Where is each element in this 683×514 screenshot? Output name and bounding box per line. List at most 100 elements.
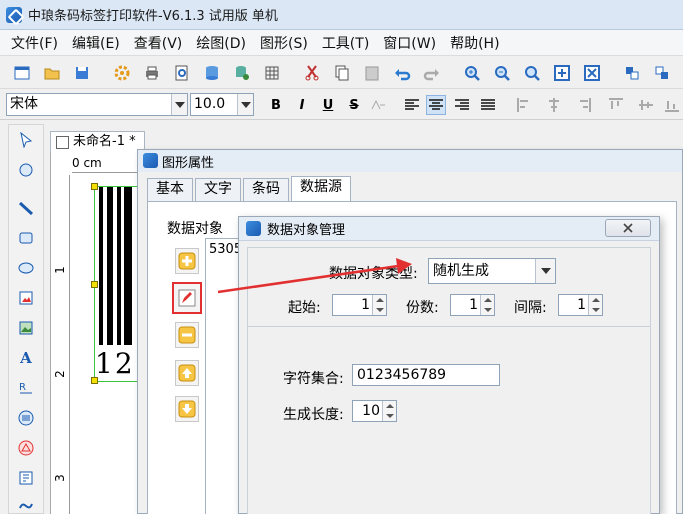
resize-handle[interactable] — [91, 183, 98, 190]
spin-up-icon[interactable] — [376, 298, 384, 302]
add-data-button[interactable] — [175, 248, 199, 274]
barcode-tool-icon[interactable] — [15, 407, 37, 429]
data-dialog-titlebar[interactable]: 数据对象管理 — [239, 217, 659, 241]
barcode-object[interactable]: 12 — [91, 183, 138, 384]
spin-up-icon[interactable] — [484, 298, 492, 302]
tab-text[interactable]: 文字 — [195, 178, 241, 201]
strikethrough-button[interactable]: S — [344, 95, 364, 115]
spin-buttons[interactable] — [480, 295, 494, 315]
rich-text-tool-icon[interactable]: R — [15, 377, 37, 399]
chevron-down-icon[interactable] — [535, 259, 555, 283]
spin-buttons[interactable] — [372, 295, 386, 315]
menu-shape[interactable]: 图形(S) — [255, 33, 313, 53]
document-icon — [56, 136, 69, 149]
close-button[interactable] — [605, 219, 651, 237]
object-align-bottom-icon[interactable] — [662, 95, 682, 115]
paste-icon[interactable] — [362, 63, 382, 83]
zoom-out-icon[interactable] — [492, 63, 512, 83]
data-type-select[interactable]: 随机生成 — [428, 258, 556, 284]
ellipse-tool-icon[interactable] — [15, 257, 37, 279]
charset-input[interactable]: 0123456789 — [352, 364, 500, 386]
settings-gear-icon[interactable] — [112, 63, 132, 83]
format-toolbar: 宋体 10.0 B I U S — [0, 90, 683, 120]
pan-icon[interactable] — [15, 159, 37, 181]
align-center-icon[interactable] — [426, 95, 446, 115]
chevron-down-icon[interactable] — [237, 94, 253, 115]
spin-down-icon[interactable] — [484, 308, 492, 312]
bold-button[interactable]: B — [266, 95, 286, 115]
text-tool-icon[interactable]: A — [15, 347, 37, 369]
spin-down-icon[interactable] — [592, 308, 600, 312]
align-right-icon[interactable] — [452, 95, 472, 115]
cut-icon[interactable] — [302, 63, 322, 83]
fit-page-icon[interactable] — [552, 63, 572, 83]
print-icon[interactable] — [142, 63, 162, 83]
count-stepper[interactable]: 1 — [450, 294, 495, 316]
select-pointer-icon[interactable] — [15, 129, 37, 151]
edit-data-button[interactable] — [172, 282, 202, 314]
object-align-left-icon[interactable] — [514, 95, 534, 115]
picture-tool-icon[interactable] — [15, 317, 37, 339]
menu-help[interactable]: 帮助(H) — [445, 33, 504, 53]
zoom-icon[interactable] — [522, 63, 542, 83]
qrcode-tool-icon[interactable] — [15, 437, 37, 459]
font-family-select[interactable]: 宋体 — [6, 93, 188, 116]
resize-handle[interactable] — [91, 281, 98, 288]
tab-datasource[interactable]: 数据源 — [291, 176, 351, 201]
undo-icon[interactable] — [392, 63, 412, 83]
text-direction-icon[interactable] — [368, 95, 388, 115]
italic-button[interactable]: I — [292, 95, 312, 115]
tab-barcode[interactable]: 条码 — [243, 178, 289, 201]
move-up-button[interactable] — [175, 360, 199, 386]
rectangle-tool-icon[interactable] — [15, 227, 37, 249]
save-icon[interactable] — [72, 63, 92, 83]
menu-view[interactable]: 查看(V) — [129, 33, 188, 53]
print-preview-icon[interactable] — [172, 63, 192, 83]
grid-icon[interactable] — [262, 63, 282, 83]
align-left-icon[interactable] — [402, 95, 422, 115]
menu-window[interactable]: 窗口(W) — [378, 33, 441, 53]
spin-down-icon[interactable] — [386, 414, 394, 418]
resize-handle[interactable] — [91, 377, 98, 384]
spin-down-icon[interactable] — [376, 308, 384, 312]
object-align-middle-icon[interactable] — [636, 95, 656, 115]
redo-icon[interactable] — [422, 63, 442, 83]
menu-edit[interactable]: 编辑(E) — [67, 33, 125, 53]
move-down-button[interactable] — [175, 396, 199, 422]
spin-buttons[interactable] — [382, 401, 396, 421]
send-back-icon[interactable] — [652, 63, 672, 83]
open-folder-icon[interactable] — [42, 63, 62, 83]
object-align-top-icon[interactable] — [606, 95, 626, 115]
spin-up-icon[interactable] — [386, 404, 394, 408]
spin-buttons[interactable] — [588, 295, 602, 315]
bring-front-icon[interactable] — [622, 63, 642, 83]
object-align-center-icon[interactable] — [544, 95, 564, 115]
table-tool-icon[interactable] — [15, 467, 37, 489]
image-tool-icon[interactable] — [15, 287, 37, 309]
font-size-select[interactable]: 10.0 — [190, 93, 254, 116]
actual-size-icon[interactable] — [582, 63, 602, 83]
interval-stepper[interactable]: 1 — [558, 294, 603, 316]
database-settings-icon[interactable] — [232, 63, 252, 83]
start-stepper[interactable]: 1 — [332, 294, 387, 316]
menu-file[interactable]: 文件(F) — [6, 33, 63, 53]
chevron-down-icon[interactable] — [171, 94, 187, 115]
menu-draw[interactable]: 绘图(D) — [191, 33, 251, 53]
data-type-label: 数据对象类型: — [329, 266, 418, 282]
new-file-icon[interactable] — [12, 63, 32, 83]
document-tab[interactable]: 未命名-1 * — [50, 131, 145, 153]
curve-tool-icon[interactable] — [15, 493, 37, 514]
remove-data-button[interactable] — [175, 322, 199, 348]
object-align-right-icon[interactable] — [574, 95, 594, 115]
tab-basic[interactable]: 基本 — [147, 178, 193, 201]
shape-dialog-titlebar[interactable]: 图形属性 — [138, 150, 682, 172]
line-tool-icon[interactable] — [15, 197, 37, 219]
spin-up-icon[interactable] — [592, 298, 600, 302]
menu-tools[interactable]: 工具(T) — [317, 33, 374, 53]
zoom-in-icon[interactable] — [462, 63, 482, 83]
length-stepper[interactable]: 10 — [352, 400, 397, 422]
align-justify-icon[interactable] — [478, 95, 498, 115]
database-icon[interactable] — [202, 63, 222, 83]
copy-icon[interactable] — [332, 63, 352, 83]
underline-button[interactable]: U — [318, 95, 338, 115]
